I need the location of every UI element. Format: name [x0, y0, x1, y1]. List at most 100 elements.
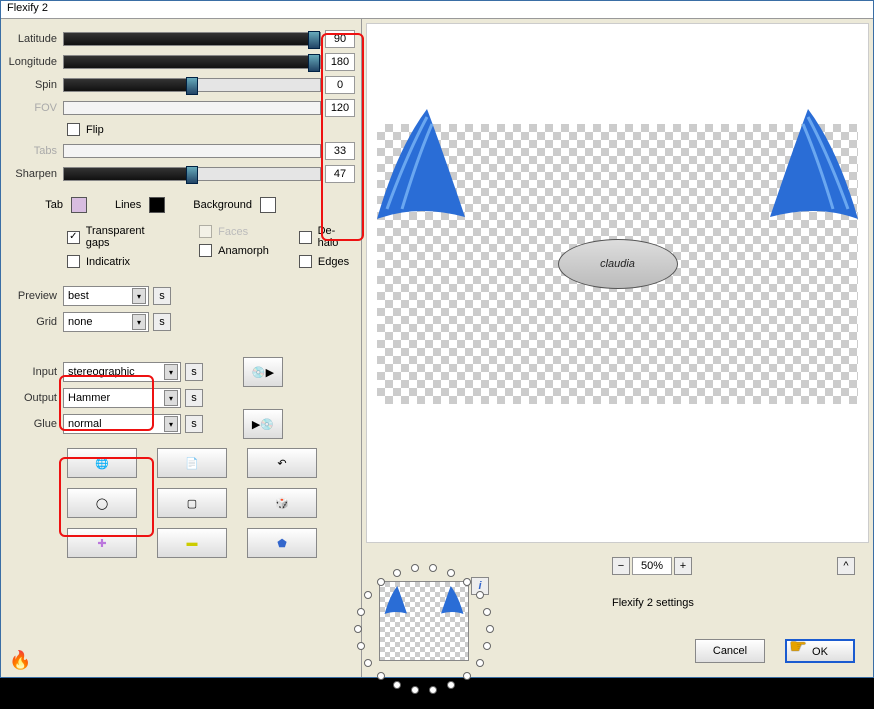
gem-icon: ⬟ — [277, 537, 287, 550]
fov-value[interactable]: 120 — [325, 99, 355, 117]
watermark: claudia — [558, 239, 678, 289]
background-color-swatch[interactable] — [260, 197, 276, 213]
faces-label: Faces — [218, 226, 248, 238]
output-row: Output Hammer ▾ s — [7, 386, 355, 410]
input-s-button[interactable]: s — [185, 363, 203, 381]
chevron-down-icon: ▾ — [164, 364, 178, 380]
play-disc-button[interactable]: ▶💿 — [243, 409, 283, 439]
sharpen-value[interactable]: 47 — [325, 165, 355, 183]
globe-button[interactable]: 🌐 — [67, 448, 137, 478]
edges-checkbox[interactable] — [299, 255, 312, 268]
page-icon: 📄 — [185, 457, 199, 470]
tabs-slider[interactable] — [63, 144, 321, 158]
lines-color-swatch[interactable] — [149, 197, 165, 213]
indicatrix-label: Indicatrix — [86, 256, 130, 268]
chevron-down-icon: ▾ — [164, 416, 178, 432]
zoom-in-button[interactable]: + — [674, 557, 692, 575]
longitude-value[interactable]: 180 — [325, 53, 355, 71]
input-combo[interactable]: stereographic ▾ — [63, 362, 181, 382]
glue-combo[interactable]: normal ▾ — [63, 414, 181, 434]
output-value: Hammer — [68, 392, 110, 404]
output-s-button[interactable]: s — [185, 389, 203, 407]
disc-play-button[interactable]: 💿▶ — [243, 357, 283, 387]
indicatrix-checkbox[interactable] — [67, 255, 80, 268]
dice-button[interactable]: 🎲 — [247, 488, 317, 518]
glue-s-button[interactable]: s — [185, 415, 203, 433]
thumbnail-ring[interactable] — [349, 559, 499, 709]
dehalo-label: De-halo — [318, 225, 355, 249]
glue-value: normal — [68, 418, 102, 430]
ring-button[interactable]: ◯ — [67, 488, 137, 518]
output-combo[interactable]: Hammer ▾ — [63, 388, 181, 408]
faces-checkbox — [199, 225, 212, 238]
transparent-gaps-checkbox[interactable] — [67, 231, 80, 244]
grid-combo[interactable]: none ▾ — [63, 312, 149, 332]
cancel-button[interactable]: Cancel — [695, 639, 765, 663]
flexify-window: Flexify 2 Latitude 90 Longitude 180 Spin… — [0, 0, 874, 678]
glue-label: Glue — [7, 418, 63, 430]
flame-icon[interactable]: 🔥 — [9, 650, 31, 671]
chevron-down-icon: ▾ — [164, 390, 178, 406]
brick-button[interactable]: ▬ — [157, 528, 227, 558]
chevron-down-icon: ▾ — [132, 314, 146, 330]
frame-button[interactable]: ▢ — [157, 488, 227, 518]
latitude-value[interactable]: 90 — [325, 30, 355, 48]
preview-row: Preview best ▾ s — [7, 284, 355, 308]
sharpen-row: Sharpen 47 — [7, 163, 355, 185]
anamorph-checkbox[interactable] — [199, 244, 212, 257]
fov-row: FOV 120 — [7, 97, 355, 119]
undo-button[interactable]: ↶ — [247, 448, 317, 478]
gem-button[interactable]: ⬟ — [247, 528, 317, 558]
longitude-slider[interactable] — [63, 55, 321, 69]
chevron-down-icon: ▾ — [132, 288, 146, 304]
latitude-label: Latitude — [7, 33, 63, 45]
preview-label: Preview — [7, 290, 63, 302]
input-label: Input — [7, 366, 63, 378]
preview-s-button[interactable]: s — [153, 287, 171, 305]
spin-value[interactable]: 0 — [325, 76, 355, 94]
dice-icon: 🎲 — [275, 497, 289, 510]
dehalo-checkbox[interactable] — [299, 231, 312, 244]
zoom-value[interactable]: 50% — [632, 557, 672, 575]
tabs-value[interactable]: 33 — [325, 142, 355, 160]
settings-label: Flexify 2 settings — [612, 597, 694, 609]
preview-value: best — [68, 290, 89, 302]
content-area: Latitude 90 Longitude 180 Spin 0 FOV 120 — [1, 19, 873, 677]
zoom-out-button[interactable]: − — [612, 557, 630, 575]
plus-icon: ✚ — [97, 537, 106, 550]
fov-label: FOV — [7, 102, 63, 114]
lines-color-label: Lines — [115, 199, 141, 211]
spin-label: Spin — [7, 79, 63, 91]
tab-color-label: Tab — [13, 199, 63, 211]
title-bar: Flexify 2 — [1, 1, 873, 19]
fov-slider[interactable] — [63, 101, 321, 115]
grid-value: none — [68, 316, 92, 328]
plus-button[interactable]: ✚ — [67, 528, 137, 558]
tabs-label: Tabs — [7, 145, 63, 157]
preview-canvas[interactable]: claudia — [366, 23, 869, 543]
sharpen-slider[interactable] — [63, 167, 321, 181]
pointer-hand-icon: ☛ — [789, 634, 807, 659]
zoom-group: − 50% + — [612, 557, 692, 575]
window-title: Flexify 2 — [7, 2, 48, 14]
grid-row: Grid none ▾ s — [7, 310, 355, 334]
checker-background: claudia — [377, 124, 858, 404]
background-color-label: Background — [193, 199, 252, 211]
transparent-gaps-label: Transparent gaps — [86, 225, 169, 249]
grid-s-button[interactable]: s — [153, 313, 171, 331]
page-button[interactable]: 📄 — [157, 448, 227, 478]
caret-button[interactable]: ^ — [837, 557, 855, 575]
grid-label: Grid — [7, 316, 63, 328]
horn-left-shape — [377, 109, 467, 219]
ring-icon: ◯ — [96, 497, 108, 510]
tabs-row: Tabs 33 — [7, 140, 355, 162]
latitude-slider[interactable] — [63, 32, 321, 46]
controls-panel: Latitude 90 Longitude 180 Spin 0 FOV 120 — [1, 19, 361, 677]
preview-combo[interactable]: best ▾ — [63, 286, 149, 306]
tab-color-swatch[interactable] — [71, 197, 87, 213]
spin-slider[interactable] — [63, 78, 321, 92]
globe-icon: 🌐 — [95, 457, 109, 470]
glue-row: Glue normal ▾ s ▶💿 — [7, 412, 355, 436]
flip-checkbox[interactable] — [67, 123, 80, 136]
spin-row: Spin 0 — [7, 74, 355, 96]
